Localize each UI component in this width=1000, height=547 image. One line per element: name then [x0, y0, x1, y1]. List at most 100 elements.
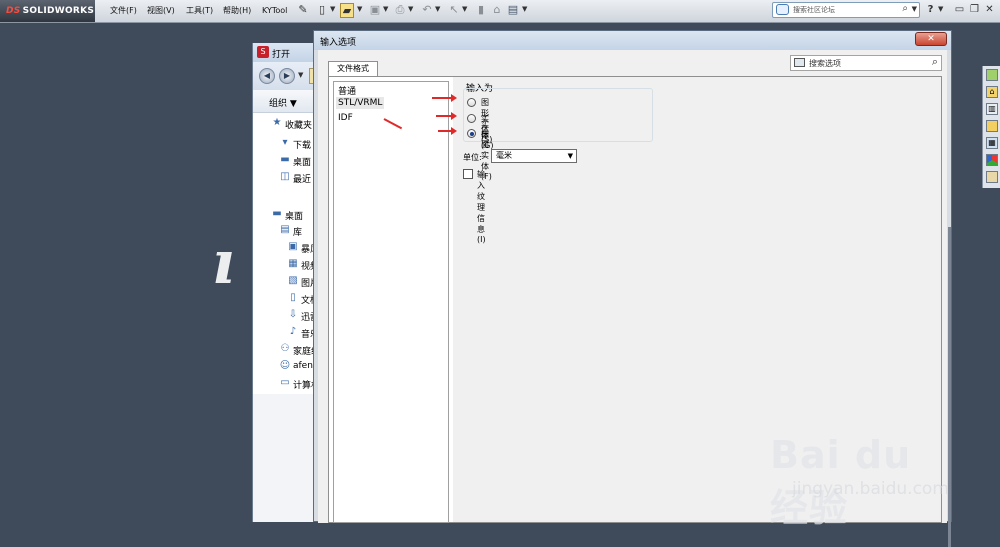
solidworks-menubar: DS SOLIDWORKS 文件(F) 视图(V) 工具(T) 帮助(H) KYT… — [0, 0, 1000, 23]
unit-select-value: 毫米 — [496, 151, 512, 160]
help-icon[interactable]: ? — [924, 3, 937, 16]
tree-item[interactable]: ◫ 最近 — [253, 169, 319, 186]
tree-item-label: 桌面 — [285, 212, 304, 222]
select-dropdown-caret[interactable]: ▼ — [462, 5, 467, 13]
open-dropdown-caret[interactable]: ▼ — [357, 5, 362, 13]
design-library-icon[interactable]: ⌂ — [986, 86, 998, 98]
pin-icon[interactable]: ✎ — [296, 3, 310, 17]
chevron-down-icon[interactable]: ▼ — [568, 150, 573, 162]
save-icon[interactable]: ▣ — [368, 3, 382, 17]
unit-select[interactable]: 毫米 ▼ — [491, 149, 577, 163]
radio-button-checked[interactable] — [467, 129, 476, 138]
format-item-stl-vrml[interactable]: STL/VRML — [336, 97, 385, 109]
logo-text: SOLIDWORKS — [22, 6, 95, 16]
dialog-close-button[interactable]: ✕ — [915, 32, 947, 46]
menu-kytool[interactable]: KYTool — [262, 4, 287, 18]
ds-logo-mark: DS — [6, 6, 21, 16]
star-icon: ★ — [272, 117, 282, 128]
search-icon[interactable]: ⌕ — [902, 3, 908, 14]
unit-label: 单位: — [463, 153, 482, 162]
community-search-box[interactable]: 搜索社区论坛 ⌕ ▼ — [772, 2, 920, 18]
radio-button[interactable] — [467, 114, 476, 123]
tree-item-label: 收藏夹 — [285, 121, 313, 131]
annotation-arrowhead — [451, 112, 457, 120]
minimize-icon[interactable]: ▭ — [953, 3, 966, 16]
options-icon[interactable]: ▤ — [506, 3, 520, 17]
computer-icon: ▭ — [280, 377, 290, 388]
forward-arrow-icon[interactable]: ▶ — [279, 68, 295, 84]
print-icon[interactable]: ⎙ — [393, 3, 407, 17]
tree-item[interactable]: ⇩ 迅雷 — [253, 307, 319, 324]
custom-properties-icon[interactable] — [986, 171, 998, 183]
solidworks-resources-icon[interactable] — [986, 69, 998, 81]
tree-item[interactable]: ▯ 文档 — [253, 290, 319, 307]
tree-item[interactable]: ▬ 桌面 — [253, 152, 319, 169]
menu-help[interactable]: 帮助(H) — [223, 4, 251, 18]
tab-file-format[interactable]: 文件格式 — [328, 61, 378, 76]
open-window-titlebar: S 打开 — [253, 43, 319, 62]
tree-item[interactable]: ▣ 暴风 — [253, 239, 319, 256]
desktop-icon: ▬ — [272, 208, 282, 219]
options-search-box[interactable]: 搜索选项 ⌕ — [790, 55, 942, 71]
open-folder-icon[interactable]: ▰ — [340, 3, 354, 18]
undo-dropdown-caret[interactable]: ▼ — [435, 5, 440, 13]
file-properties-icon[interactable]: ⌂ — [490, 3, 504, 17]
download-folder-icon: ▾ — [282, 137, 288, 148]
file-explorer-icon[interactable]: ▥ — [986, 103, 998, 115]
menu-file[interactable]: 文件(F) — [110, 4, 137, 18]
import-texture-checkbox[interactable] — [463, 169, 473, 179]
open-file-window: S 打开 ◀ ▶ ▼ 组织 ▼ ★ 收藏夹 ▾ 下载 ▬ 桌面 ◫ 最近 ▬ 桌面 ▤ 库 ▣ 暴风 ▦ 视频… — [252, 43, 321, 522]
tree-item[interactable]: ★ 收藏夹 — [253, 115, 319, 132]
options-dropdown-caret[interactable]: ▼ — [522, 5, 527, 13]
rebuild-icon[interactable]: ▮ — [474, 3, 488, 17]
tree-item[interactable]: ▤ 库 — [253, 222, 319, 239]
tree-item[interactable]: ▦ 视频 — [253, 256, 319, 273]
print-dropdown-caret[interactable]: ▼ — [408, 5, 413, 13]
restore-icon[interactable]: ❐ — [968, 3, 981, 16]
appearances-icon[interactable] — [986, 154, 998, 166]
folder-icon[interactable] — [986, 120, 998, 132]
close-icon[interactable]: ✕ — [983, 3, 996, 16]
music-icon: ♪ — [289, 326, 297, 337]
baidu-watermark: Bai du 经验 jingyan.baidu.com — [770, 425, 960, 530]
new-document-icon[interactable]: ▯ — [315, 3, 329, 17]
menu-tools[interactable]: 工具(T) — [186, 4, 213, 18]
format-item-idf[interactable]: IDF — [336, 112, 355, 124]
tree-item-label: 桌面 — [293, 158, 312, 168]
library-icon: ▤ — [280, 224, 290, 235]
help-dropdown-caret[interactable]: ▼ — [938, 5, 943, 13]
tree-item[interactable]: ▭ 计算机 — [253, 375, 320, 392]
radio-button[interactable] — [467, 98, 476, 107]
solidworks-logo[interactable]: DS SOLIDWORKS — [0, 0, 95, 22]
open-window-title: 打开 — [272, 50, 291, 60]
dialog-titlebar[interactable]: 输入选项 ✕ — [314, 31, 951, 50]
organize-button[interactable]: 组织 ▼ — [269, 96, 297, 109]
open-nav-bar: ◀ ▶ ▼ — [253, 62, 319, 90]
tree-item[interactable]: ▧ 图片 — [253, 273, 319, 290]
tree-item-label: 下载 — [293, 141, 312, 151]
dialog-title: 输入选项 — [320, 38, 357, 48]
save-dropdown-caret[interactable]: ▼ — [383, 5, 388, 13]
view-palette-icon[interactable]: ▦ — [986, 137, 998, 149]
select-arrow-icon[interactable]: ↖ — [447, 3, 461, 17]
user-icon: ☺ — [279, 360, 291, 371]
tree-item[interactable]: ♪ 音乐 — [253, 324, 319, 341]
picture-icon: ▧ — [288, 275, 298, 286]
search-icon[interactable]: ⌕ — [932, 55, 938, 69]
tree-item[interactable]: ⚇ 家庭组 — [253, 341, 321, 358]
import-texture-label: 输入纹理信息(I) — [477, 170, 486, 244]
history-dropdown-caret[interactable]: ▼ — [298, 71, 303, 79]
new-dropdown-caret[interactable]: ▼ — [330, 5, 335, 13]
undo-icon[interactable]: ↶ — [420, 3, 434, 17]
watermark-url: jingyan.baidu.com — [792, 479, 949, 499]
storm-icon: ▣ — [288, 241, 298, 252]
tree-item[interactable]: ▬ 桌面 — [253, 206, 319, 223]
menu-view[interactable]: 视图(V) — [147, 4, 175, 18]
search-options-icon — [794, 58, 805, 67]
tree-item[interactable]: ▾ 下载 — [253, 135, 319, 152]
format-item-general[interactable]: 普通 — [336, 83, 358, 98]
organize-toolbar: 组织 ▼ — [253, 90, 319, 113]
search-dropdown-caret[interactable]: ▼ — [912, 5, 917, 13]
tree-item[interactable]: ☺ afeng — [253, 358, 319, 375]
back-arrow-icon[interactable]: ◀ — [259, 68, 275, 84]
